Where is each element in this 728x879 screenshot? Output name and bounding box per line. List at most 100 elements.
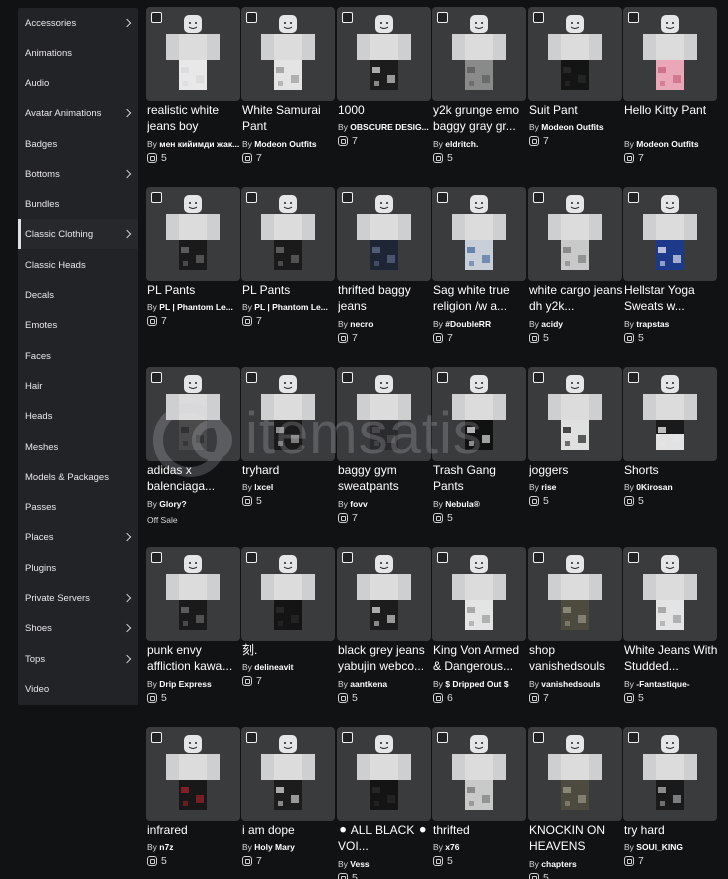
item-title[interactable]: adidas x balenciaga... <box>147 462 242 494</box>
item-card[interactable]: adidas x balenciaga... By Glory? Off Sale <box>146 367 241 537</box>
item-card[interactable]: Hellstar Yoga Sweats w... By trapstas 5 <box>623 187 718 357</box>
item-title[interactable]: Hello Kitty Pant <box>624 102 719 118</box>
item-card[interactable]: KNOCKIN ON HEAVENS DOOR By chapters 5 <box>528 727 623 879</box>
sidebar-item-avatar-animations[interactable]: Avatar Animations <box>18 98 138 128</box>
sidebar-item-bundles[interactable]: Bundles <box>18 189 138 219</box>
item-card[interactable]: black grey jeans yabujin webco... By aant… <box>337 547 432 717</box>
creator-name[interactable]: fovv <box>350 499 367 509</box>
item-title[interactable]: baggy gym sweatpants <box>338 462 433 494</box>
creator-name[interactable]: lxcel <box>254 482 273 492</box>
item-title[interactable]: infrared <box>147 822 242 838</box>
item-thumbnail[interactable] <box>337 727 431 821</box>
item-card[interactable]: thrifted baggy jeans By necro 7 <box>337 187 432 357</box>
item-title[interactable]: joggers <box>529 462 624 478</box>
creator-name[interactable]: PL | Phantom Le... <box>159 302 233 312</box>
sidebar-item-audio[interactable]: Audio <box>18 68 138 98</box>
item-thumbnail[interactable] <box>432 547 526 641</box>
item-title[interactable]: realistic white jeans boy <box>147 102 242 134</box>
sidebar-item-models-packages[interactable]: Models & Packages <box>18 462 138 492</box>
item-card[interactable]: Suit Pant By Modeon Outfits 7 <box>528 7 623 177</box>
creator-name[interactable]: trapstas <box>636 319 669 329</box>
sidebar-item-classic-clothing[interactable]: Classic Clothing <box>18 219 138 249</box>
item-thumbnail[interactable] <box>146 727 240 821</box>
item-thumbnail[interactable] <box>146 187 240 281</box>
sidebar-item-accessories[interactable]: Accessories <box>18 8 138 38</box>
select-checkbox[interactable] <box>151 12 162 23</box>
select-checkbox[interactable] <box>246 732 257 743</box>
creator-name[interactable]: мен кийимди жак... <box>159 139 239 149</box>
item-title[interactable]: Sag white true religion /w a... <box>433 282 528 314</box>
creator-name[interactable]: aantkena <box>350 679 387 689</box>
item-title[interactable]: try hard <box>624 822 719 838</box>
item-card[interactable]: White Samurai Pant By Modeon Outfits 7 <box>241 7 336 177</box>
sidebar-item-shoes[interactable]: Shoes <box>18 613 138 643</box>
sidebar-item-decals[interactable]: Decals <box>18 280 138 310</box>
creator-name[interactable]: eldritch. <box>445 139 478 149</box>
select-checkbox[interactable] <box>342 372 353 383</box>
creator-name[interactable]: 0Kirosan <box>636 482 672 492</box>
item-card[interactable]: Trash Gang Pants By Nebula® 5 <box>432 367 527 537</box>
item-thumbnail[interactable] <box>337 187 431 281</box>
select-checkbox[interactable] <box>437 192 448 203</box>
item-title[interactable]: King Von Armed & Dangerous... <box>433 642 528 674</box>
item-card[interactable]: PL Pants By PL | Phantom Le... 7 <box>146 187 241 357</box>
creator-name[interactable]: acidy <box>541 319 563 329</box>
sidebar-item-faces[interactable]: Faces <box>18 341 138 371</box>
item-thumbnail[interactable] <box>528 367 622 461</box>
item-card[interactable]: 1000 By OBSCURE DESIG... 7 <box>337 7 432 177</box>
item-title[interactable]: Hellstar Yoga Sweats w... <box>624 282 719 314</box>
creator-name[interactable]: delineavit <box>254 662 293 672</box>
item-title[interactable]: ⚫ ALL BLACK ⚫ VOI... <box>338 822 433 854</box>
item-thumbnail[interactable] <box>241 727 335 821</box>
select-checkbox[interactable] <box>246 372 257 383</box>
sidebar-item-tops[interactable]: Tops <box>18 644 138 674</box>
select-checkbox[interactable] <box>246 192 257 203</box>
item-thumbnail[interactable] <box>432 187 526 281</box>
sidebar-item-places[interactable]: Places <box>18 522 138 552</box>
select-checkbox[interactable] <box>342 552 353 563</box>
item-thumbnail[interactable] <box>528 7 622 101</box>
select-checkbox[interactable] <box>342 732 353 743</box>
sidebar-item-badges[interactable]: Badges <box>18 129 138 159</box>
item-title[interactable]: White Jeans With Studded... <box>624 642 719 674</box>
item-title[interactable]: Trash Gang Pants <box>433 462 528 494</box>
creator-name[interactable]: x76 <box>445 842 459 852</box>
item-title[interactable]: y2k grunge emo baggy gray gr... <box>433 102 528 134</box>
item-thumbnail[interactable] <box>241 7 335 101</box>
select-checkbox[interactable] <box>628 732 639 743</box>
item-title[interactable]: punk envy affliction kawa... <box>147 642 242 674</box>
sidebar-item-emotes[interactable]: Emotes <box>18 310 138 340</box>
select-checkbox[interactable] <box>342 12 353 23</box>
select-checkbox[interactable] <box>533 732 544 743</box>
select-checkbox[interactable] <box>533 12 544 23</box>
select-checkbox[interactable] <box>151 732 162 743</box>
select-checkbox[interactable] <box>628 192 639 203</box>
sidebar-item-private-servers[interactable]: Private Servers <box>18 583 138 613</box>
item-card[interactable]: White Jeans With Studded... By -Fantastiq… <box>623 547 718 717</box>
sidebar-item-video[interactable]: Video <box>18 674 138 704</box>
creator-name[interactable]: Modeon Outfits <box>254 139 316 149</box>
item-title[interactable]: i am dope <box>242 822 337 838</box>
item-title[interactable]: white cargo jeans dh y2k... <box>529 282 624 314</box>
sidebar-item-passes[interactable]: Passes <box>18 492 138 522</box>
item-card[interactable]: punk envy affliction kawa... By Drip Expr… <box>146 547 241 717</box>
item-card[interactable]: tryhard By lxcel 5 <box>241 367 336 537</box>
creator-name[interactable]: SOUl_KING <box>636 842 683 852</box>
select-checkbox[interactable] <box>628 552 639 563</box>
select-checkbox[interactable] <box>533 192 544 203</box>
creator-name[interactable]: -Fantastique- <box>636 679 689 689</box>
item-card[interactable]: shop vanishedsouls By vanishedsouls 7 <box>528 547 623 717</box>
item-thumbnail[interactable] <box>623 367 717 461</box>
select-checkbox[interactable] <box>628 372 639 383</box>
item-title[interactable]: Shorts <box>624 462 719 478</box>
item-title[interactable]: 1000 <box>338 102 433 118</box>
select-checkbox[interactable] <box>246 12 257 23</box>
item-title[interactable]: PL Pants <box>242 282 337 298</box>
item-card[interactable]: baggy gym sweatpants By fovv 7 <box>337 367 432 537</box>
item-title[interactable]: 刻. <box>242 642 337 658</box>
item-thumbnail[interactable] <box>623 187 717 281</box>
item-thumbnail[interactable] <box>432 7 526 101</box>
select-checkbox[interactable] <box>151 552 162 563</box>
item-thumbnail[interactable] <box>337 367 431 461</box>
creator-name[interactable]: vanishedsouls <box>541 679 600 689</box>
